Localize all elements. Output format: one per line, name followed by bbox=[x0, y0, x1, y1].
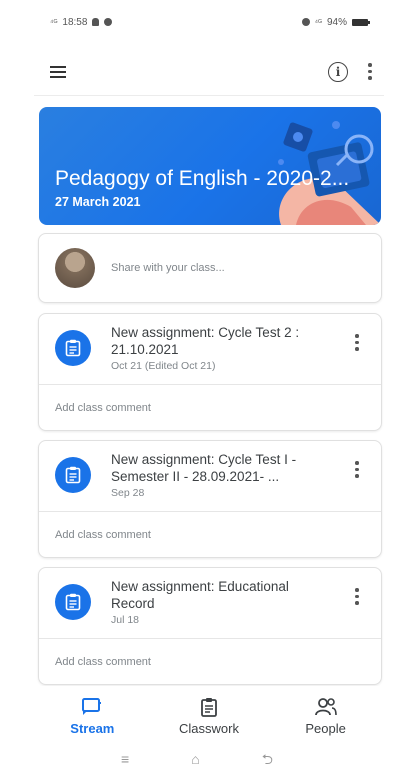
add-comment-input[interactable]: Add class comment bbox=[39, 638, 381, 684]
assignment-post[interactable]: New assignment: Cycle Test I - Semester … bbox=[38, 440, 382, 558]
post-date: Sep 28 bbox=[111, 487, 145, 499]
post-date: Oct 21 (Edited Oct 21) bbox=[111, 360, 216, 372]
more-vert-icon[interactable] bbox=[351, 461, 363, 478]
class-date: 27 March 2021 bbox=[55, 195, 141, 209]
tab-label: Stream bbox=[70, 720, 115, 736]
status-left: ⁴ᴳ 18:58 bbox=[50, 16, 113, 28]
class-banner[interactable]: Pedagogy of English - 2020-2... 27 March… bbox=[39, 107, 381, 225]
home-button[interactable]: ⌂ bbox=[191, 752, 199, 766]
post-title: New assignment: Educational Record bbox=[111, 579, 289, 611]
people-icon bbox=[314, 697, 337, 715]
battery-percent: 94% bbox=[326, 16, 347, 28]
add-comment-input[interactable]: Add class comment bbox=[39, 511, 381, 557]
more-vert-icon[interactable] bbox=[351, 588, 363, 605]
post-body: New assignment: Educational Record Jul 1… bbox=[111, 578, 331, 638]
add-comment-input[interactable]: Add class comment bbox=[39, 384, 381, 430]
tab-label: Classwork bbox=[179, 720, 239, 736]
system-nav: ≡ ⌂ ⮌ bbox=[0, 750, 394, 768]
post-body: New assignment: Cycle Test 2 : 21.10.202… bbox=[111, 324, 331, 384]
assignment-icon bbox=[55, 584, 91, 620]
post-date: Jul 18 bbox=[111, 614, 140, 626]
bottom-nav: Stream Classwork People bbox=[34, 686, 384, 746]
tab-stream[interactable]: Stream bbox=[42, 697, 142, 736]
assignment-icon bbox=[55, 330, 91, 366]
post-header: New assignment: Cycle Test I - Semester … bbox=[39, 441, 381, 511]
status-right: ⁴ᴳ 94% bbox=[301, 16, 370, 28]
network-indicator: ⁴ᴳ bbox=[314, 17, 322, 27]
notification-icon bbox=[92, 18, 100, 26]
post-header: New assignment: Cycle Test 2 : 21.10.202… bbox=[39, 314, 381, 384]
avatar bbox=[55, 248, 95, 288]
more-vert-icon[interactable] bbox=[364, 63, 376, 80]
signal-indicator: ⁴ᴳ bbox=[50, 17, 58, 27]
assignment-icon bbox=[55, 457, 91, 493]
status-time: 18:58 bbox=[62, 16, 88, 28]
back-button[interactable]: ⮌ bbox=[262, 752, 273, 766]
banner-illustration bbox=[278, 121, 381, 225]
app-actions: i bbox=[328, 61, 384, 82]
status-bar: ⁴ᴳ 18:58 ⁴ᴳ 94% bbox=[0, 0, 394, 44]
app-notification-icon bbox=[104, 18, 113, 26]
tab-label: People bbox=[305, 720, 346, 736]
assignment-post[interactable]: New assignment: Cycle Test 2 : 21.10.202… bbox=[38, 313, 382, 431]
share-card[interactable]: Share with your class... bbox=[38, 233, 382, 303]
info-icon[interactable]: i bbox=[328, 61, 348, 82]
post-title: New assignment: Cycle Test I - Semester … bbox=[111, 452, 297, 484]
recent-apps-button[interactable]: ≡ bbox=[121, 752, 129, 766]
tab-people[interactable]: People bbox=[276, 697, 376, 736]
assignment-post[interactable]: New assignment: Educational Record Jul 1… bbox=[38, 567, 382, 685]
more-vert-icon[interactable] bbox=[351, 334, 363, 351]
post-title: New assignment: Cycle Test 2 : 21.10.202… bbox=[111, 325, 300, 357]
alarm-icon bbox=[301, 18, 310, 26]
menu-icon[interactable] bbox=[34, 59, 66, 85]
battery-icon bbox=[352, 18, 370, 26]
post-body: New assignment: Cycle Test I - Semester … bbox=[111, 451, 331, 511]
share-input[interactable]: Share with your class... bbox=[111, 262, 225, 274]
stream-icon bbox=[82, 697, 102, 715]
post-header: New assignment: Educational Record Jul 1… bbox=[39, 568, 381, 638]
class-title: Pedagogy of English - 2020-2... bbox=[55, 167, 350, 190]
app-bar: i bbox=[34, 48, 384, 96]
tab-classwork[interactable]: Classwork bbox=[159, 697, 259, 736]
classwork-icon bbox=[201, 697, 217, 717]
